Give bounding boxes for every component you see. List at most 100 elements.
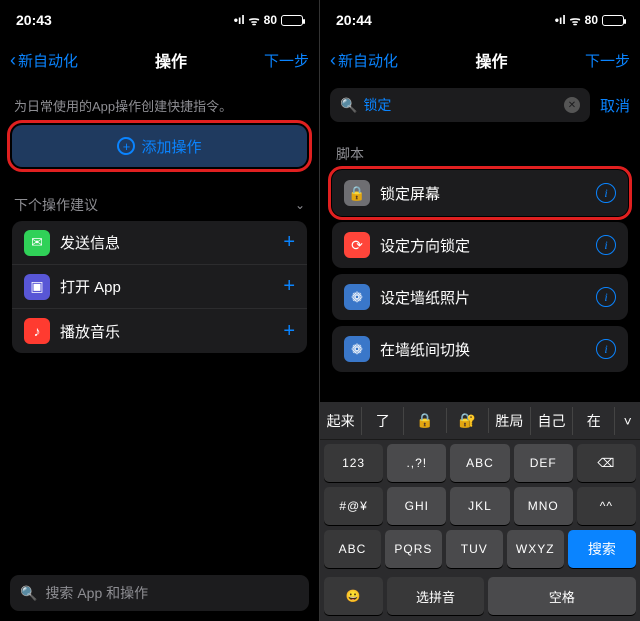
list-item-label: 设定方向锁定 (380, 235, 596, 256)
nav-next[interactable]: 下一步 (585, 50, 630, 71)
kb-suggestion[interactable]: 在 (573, 407, 615, 435)
key-emoji[interactable]: 😀 (324, 577, 383, 615)
status-bar: 20:44 •ıl ᯤ 80 (320, 0, 640, 40)
keyboard[interactable]: 起来 了 🔒 🔐 胜局 自己 在 ˅ 123 .,?! ABC DEF ⌫ #@… (320, 402, 640, 621)
cancel-button[interactable]: 取消 (600, 95, 630, 116)
kb-suggestion[interactable]: 🔒 (404, 408, 446, 433)
page-subtitle: 为日常使用的App操作创建快捷指令。 (0, 80, 319, 125)
battery-pct: 80 (264, 13, 277, 27)
key[interactable]: JKL (450, 487, 509, 525)
info-icon[interactable]: i (596, 287, 616, 307)
list-item-label: 在墙纸间切换 (380, 339, 596, 360)
search-bar[interactable]: 🔍 ✕ (330, 88, 590, 122)
suggestions-header-label: 下个操作建议 (14, 195, 98, 215)
kb-suggestion[interactable]: 起来 (320, 407, 362, 435)
battery-icon (602, 15, 624, 26)
search-icon: 🔍 (340, 97, 357, 114)
keyboard-bottom-row: 😀 选拼音 空格 (320, 577, 640, 621)
key[interactable]: ABC (450, 444, 509, 482)
status-time: 20:43 (16, 12, 52, 28)
wallpaper-icon: ❁ (344, 284, 370, 310)
key-select-pinyin[interactable]: 选拼音 (387, 577, 483, 615)
search-input[interactable] (363, 97, 558, 113)
nav-title: 操作 (155, 48, 187, 72)
nav-next[interactable]: 下一步 (264, 50, 309, 71)
nav-back[interactable]: ‹ 新自动化 (330, 50, 398, 71)
kb-suggestion[interactable]: 了 (362, 407, 404, 435)
nav-back-label: 新自动化 (18, 50, 78, 71)
info-icon[interactable]: i (596, 339, 616, 359)
chevron-down-icon: ⌄ (295, 198, 305, 212)
nav-bar: ‹ 新自动化 操作 下一步 (0, 40, 319, 80)
key[interactable]: ^^ (577, 487, 636, 525)
kb-suggestion-expand[interactable]: ˅ (615, 409, 640, 433)
list-item-label: 发送信息 (60, 232, 283, 253)
info-icon[interactable]: i (596, 235, 616, 255)
key[interactable]: 123 (324, 444, 383, 482)
open-app-icon: ▣ (24, 274, 50, 300)
search-bar[interactable]: 🔍 (10, 575, 309, 611)
keyboard-rows: 123 .,?! ABC DEF ⌫ #@¥ GHI JKL MNO ^^ AB… (320, 440, 640, 577)
key[interactable]: ABC (324, 530, 381, 568)
list-item[interactable]: ❁ 在墙纸间切换 i (332, 326, 628, 372)
wifi-icon: ᯤ (570, 12, 581, 29)
screen-actions: 20:43 •ıl ᯤ 80 ‹ 新自动化 操作 下一步 为日常使用的App操作… (0, 0, 320, 621)
search-input[interactable] (45, 585, 299, 601)
key[interactable]: TUV (446, 530, 503, 568)
clear-icon[interactable]: ✕ (564, 97, 580, 113)
keyboard-suggestions[interactable]: 起来 了 🔒 🔐 胜局 自己 在 ˅ (320, 402, 640, 440)
suggestions-header[interactable]: 下个操作建议 ⌄ (0, 167, 319, 221)
signal-icon: •ıl (234, 13, 245, 27)
key[interactable]: DEF (514, 444, 573, 482)
key[interactable]: WXYZ (507, 530, 564, 568)
status-indicators: •ıl ᯤ 80 (234, 12, 303, 29)
key[interactable]: .,?! (387, 444, 446, 482)
search-row: 🔍 ✕ 取消 (320, 80, 640, 126)
list-item-label: 播放音乐 (60, 321, 283, 342)
plus-icon[interactable]: + (283, 231, 295, 254)
info-icon[interactable]: i (596, 183, 616, 203)
music-icon: ♪ (24, 318, 50, 344)
list-item[interactable]: ✉ 发送信息 + (12, 221, 307, 265)
key-search[interactable]: 搜索 (568, 530, 636, 568)
list-item-label: 打开 App (60, 276, 283, 297)
key-space[interactable]: 空格 (488, 577, 636, 615)
key-backspace[interactable]: ⌫ (577, 444, 636, 482)
status-bar: 20:43 •ıl ᯤ 80 (0, 0, 319, 40)
wallpaper-switch-icon: ❁ (344, 336, 370, 362)
suggestions-list: ✉ 发送信息 + ▣ 打开 App + ♪ 播放音乐 + (12, 221, 307, 353)
add-action-button[interactable]: + 添加操作 (12, 125, 307, 167)
list-item-label: 设定墙纸照片 (380, 287, 596, 308)
battery-icon (281, 15, 303, 26)
key[interactable]: #@¥ (324, 487, 383, 525)
nav-back-label: 新自动化 (338, 50, 398, 71)
kb-suggestion[interactable]: 自己 (531, 407, 573, 435)
screen-search-results: 20:44 •ıl ᯤ 80 ‹ 新自动化 操作 下一步 🔍 ✕ 取消 脚本 🔒… (320, 0, 640, 621)
key[interactable]: GHI (387, 487, 446, 525)
wifi-icon: ᯤ (249, 12, 260, 29)
key[interactable]: PQRS (385, 530, 442, 568)
plus-circle-icon: + (117, 137, 135, 155)
add-action-label: 添加操作 (141, 136, 201, 157)
list-item-label: 锁定屏幕 (380, 183, 596, 204)
nav-back[interactable]: ‹ 新自动化 (10, 50, 78, 71)
orientation-lock-icon: ⟳ (344, 232, 370, 258)
list-item[interactable]: ⟳ 设定方向锁定 i (332, 222, 628, 268)
status-time: 20:44 (336, 12, 372, 28)
chevron-left-icon: ‹ (10, 50, 16, 71)
list-item[interactable]: ❁ 设定墙纸照片 i (332, 274, 628, 320)
list-item-lock-screen[interactable]: 🔒 锁定屏幕 i (332, 170, 628, 216)
chevron-left-icon: ‹ (330, 50, 336, 71)
plus-icon[interactable]: + (283, 275, 295, 298)
kb-suggestion[interactable]: 🔐 (447, 408, 489, 433)
plus-icon[interactable]: + (283, 320, 295, 343)
battery-pct: 80 (585, 13, 598, 27)
list-item[interactable]: ▣ 打开 App + (12, 265, 307, 309)
search-icon: 🔍 (20, 585, 37, 602)
kb-suggestion[interactable]: 胜局 (489, 407, 531, 435)
list-item[interactable]: ♪ 播放音乐 + (12, 309, 307, 353)
status-indicators: •ıl ᯤ 80 (555, 12, 624, 29)
key[interactable]: MNO (514, 487, 573, 525)
lock-icon: 🔒 (344, 180, 370, 206)
signal-icon: •ıl (555, 13, 566, 27)
